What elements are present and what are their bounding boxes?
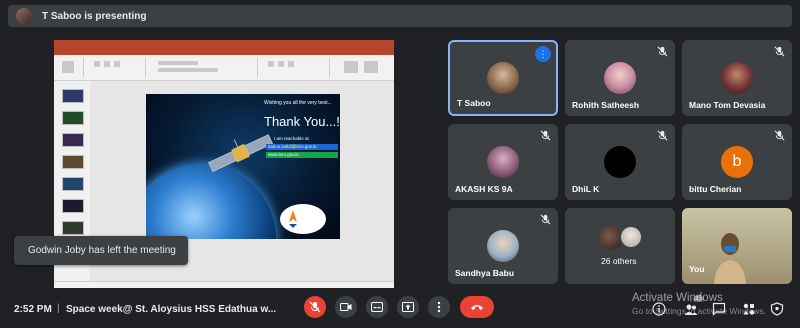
camera-toggle-button[interactable] — [335, 296, 357, 318]
avatar — [487, 146, 519, 178]
avatar — [604, 62, 636, 94]
more-vert-icon — [437, 301, 441, 313]
slide-email: saboo.ivaldi@isro.gov.in — [266, 144, 338, 150]
meeting-title: Space week@ St. Aloysius HSS Edathua w..… — [66, 304, 277, 315]
participant-tile-t-saboo[interactable]: ⋮ T Saboo — [448, 40, 558, 116]
slide-thanks-text: Thank You...! — [264, 114, 340, 129]
participant-name: DhiL K — [572, 184, 600, 194]
participant-name: bittu Cherian — [689, 184, 742, 194]
presenter-avatar — [16, 8, 32, 24]
host-controls-icon[interactable] — [770, 302, 784, 316]
mic-off-icon — [657, 130, 668, 141]
participant-name: Sandhya Babu — [455, 268, 515, 278]
left-meeting-toast: Godwin Joby has left the meeting — [14, 236, 188, 265]
ppt-title-bar — [54, 40, 394, 47]
slide-website: www.isro.gov.in — [266, 152, 338, 158]
mic-off-icon — [309, 301, 321, 313]
more-options-icon[interactable]: ⋮ — [535, 46, 551, 62]
mic-off-icon — [540, 214, 551, 225]
participant-tile-you[interactable]: You — [682, 208, 792, 284]
mic-off-icon — [540, 130, 551, 141]
avatar: b — [721, 146, 753, 178]
isro-logo — [280, 204, 326, 234]
isro-arrow-icon — [289, 210, 297, 228]
participant-name: AKASH KS 9A — [455, 184, 513, 194]
participant-tile-mano[interactable]: Mano Tom Devasia — [682, 40, 792, 116]
ppt-ribbon — [54, 55, 394, 81]
participant-tile-akash[interactable]: AKASH KS 9A — [448, 124, 558, 200]
more-options-button[interactable] — [428, 296, 450, 318]
participant-name: Mano Tom Devasia — [689, 100, 766, 110]
participant-name: T Saboo — [457, 98, 491, 108]
presenter-banner: T Saboo is presenting — [8, 5, 792, 27]
participant-tile-bittu[interactable]: b bittu Cherian — [682, 124, 792, 200]
avatar — [604, 146, 636, 178]
hang-up-icon — [471, 305, 483, 310]
participant-name: Rohith Satheesh — [572, 100, 640, 110]
participant-name: You — [689, 264, 705, 274]
presenting-text: T Saboo is presenting — [42, 10, 147, 22]
ppt-status-bar — [54, 281, 394, 288]
mic-off-icon — [774, 46, 785, 57]
slide-canvas: Wishing you all the very best... Thank Y… — [146, 94, 340, 239]
activate-windows-watermark: Activate Windows — [632, 292, 723, 304]
mic-off-icon — [774, 130, 785, 141]
captions-icon — [371, 302, 383, 312]
avatar — [487, 62, 519, 94]
self-person-image — [714, 233, 746, 284]
clock: 2:52 PM — [14, 304, 52, 315]
avatar — [721, 62, 753, 94]
participant-tile-others[interactable]: 26 others — [565, 208, 675, 284]
toast-text: Godwin Joby has left the meeting — [28, 245, 176, 256]
mic-off-icon — [657, 46, 668, 57]
mic-toggle-button[interactable] — [304, 296, 326, 318]
present-now-button[interactable] — [397, 296, 419, 318]
slide-reach-text: I am reachable at — [274, 136, 309, 141]
camera-icon — [340, 303, 352, 311]
leave-call-button[interactable] — [460, 296, 494, 318]
present-icon — [402, 302, 414, 312]
activate-windows-subtext: Go to Settings to activate Windows. — [632, 306, 767, 316]
captions-button[interactable] — [366, 296, 388, 318]
participant-tile-dhil[interactable]: DhiL K — [565, 124, 675, 200]
others-count: 26 others — [601, 256, 637, 266]
avatar — [619, 225, 643, 249]
participant-tile-sandhya[interactable]: Sandhya Babu — [448, 208, 558, 284]
slide-wish-text: Wishing you all the very best... — [264, 100, 332, 106]
separator: | — [57, 303, 60, 314]
avatar — [487, 230, 519, 262]
participant-tile-rohith[interactable]: Rohith Satheesh — [565, 40, 675, 116]
ppt-ribbon-tabs — [54, 47, 394, 55]
